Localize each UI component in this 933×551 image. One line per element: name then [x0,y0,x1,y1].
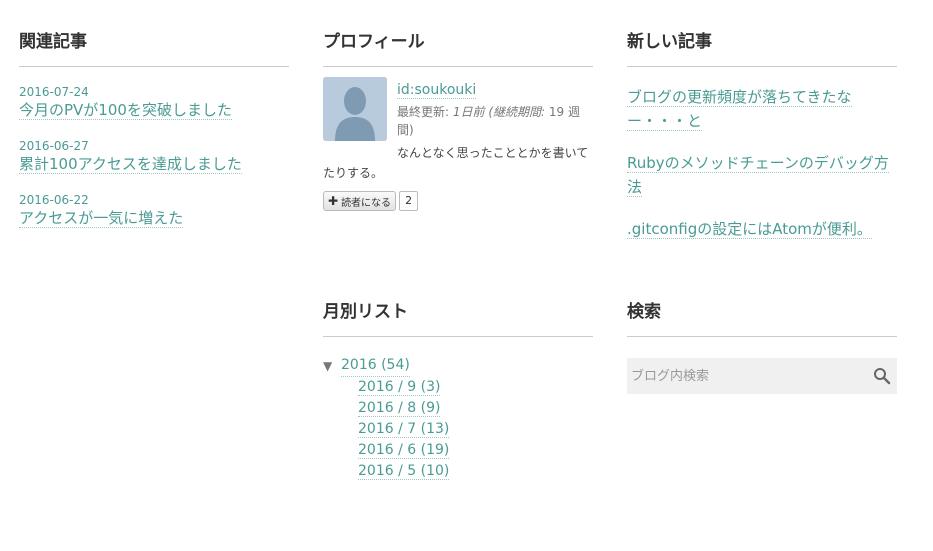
triangle-down-icon[interactable]: ▼ [323,356,337,377]
list-item: ブログの更新頻度が落ちてきたなー・・・と [627,85,897,133]
related-article-date: 2016-06-22 [19,193,89,207]
search-icon [874,368,891,385]
search-button[interactable] [873,367,891,385]
archive-tree: ▼ 2016 (54) 2016 / 9 (3) 2016 / 8 (9) 20… [323,355,593,482]
profile-meta: 最終更新: 1日前 (継続期間: 19 週間) [397,103,593,139]
subscriber-count: 2 [399,191,419,211]
recent-articles-title: 新しい記事 [627,28,897,67]
list-item: .gitconfigの設定にはAtomが便利。 [627,217,897,241]
archive-month-link[interactable]: 2016 / 7 (13) [358,421,450,438]
profile-id-link[interactable]: id:soukouki [397,82,477,99]
related-article-date: 2016-07-24 [19,85,89,99]
last-updated-value: 1日前 [452,105,485,119]
search-input[interactable] [627,358,861,394]
list-item: 2016 / 7 (13) [358,419,593,440]
archive-month-link[interactable]: 2016 / 6 (19) [358,442,450,459]
list-item: Rubyのメソッドチェーンのデバッグ方法 [627,151,897,199]
search-form [627,358,897,394]
recent-article-link[interactable]: Rubyのメソッドチェーンのデバッグ方法 [627,154,889,197]
archive-month-link[interactable]: 2016 / 5 (10) [358,463,450,480]
recent-articles-list: ブログの更新頻度が落ちてきたなー・・・と Rubyのメソッドチェーンのデバッグ方… [627,85,897,241]
related-article-date: 2016-06-27 [19,139,89,153]
search-title: 検索 [627,298,897,337]
profile-title: プロフィール [323,28,593,67]
list-item: 2016 / 6 (19) [358,440,593,461]
recent-article-link[interactable]: ブログの更新頻度が落ちてきたなー・・・と [627,88,852,131]
list-item: 2016 / 9 (3) [358,377,593,398]
archive-month-link[interactable]: 2016 / 8 (9) [358,400,441,417]
recent-articles-module: 新しい記事 ブログの更新頻度が落ちてきたなー・・・と Rubyのメソッドチェーン… [627,28,897,241]
archive-year-row: ▼ 2016 (54) [323,355,593,377]
list-item: 2016 / 8 (9) [358,398,593,419]
list-item: 2016 / 5 (10) [358,461,593,482]
plus-icon: ✚ [328,194,339,208]
search-module: 検索 [627,298,897,394]
related-articles-module: 関連記事 2016-07-24 今月のPVが100を突破しました 2016-06… [19,28,289,229]
default-avatar-icon[interactable] [323,77,387,141]
archive-year-link[interactable]: 2016 (54) [341,355,410,377]
period-label: (継続期間: [488,105,546,119]
related-article-link[interactable]: 今月のPVが100を突破しました [19,101,232,120]
related-articles-title: 関連記事 [19,28,289,67]
profile-body: id:soukouki 最終更新: 1日前 (継続期間: 19 週間) なんとな… [323,77,593,211]
related-articles-list: 2016-07-24 今月のPVが100を突破しました 2016-06-27 累… [19,85,289,229]
subscribe-button[interactable]: ✚ 読者になる [323,191,397,211]
list-item: 2016-06-22 アクセスが一気に増えた [19,193,289,229]
archive-month-link[interactable]: 2016 / 9 (3) [358,379,441,396]
archive-month-list: 2016 / 9 (3) 2016 / 8 (9) 2016 / 7 (13) … [323,377,593,482]
related-article-link[interactable]: 累計100アクセスを達成しました [19,155,242,174]
recent-article-link[interactable]: .gitconfigの設定にはAtomが便利。 [627,220,872,239]
archive-module: 月別リスト ▼ 2016 (54) 2016 / 9 (3) 2016 / 8 … [323,298,593,482]
profile-module: プロフィール id:soukouki 最終更新: 1日前 (継続期間: 19 週… [323,28,593,211]
subscribe-label: 読者になる [341,197,392,209]
profile-info: id:soukouki 最終更新: 1日前 (継続期間: 19 週間) [397,77,593,139]
last-updated-label: 最終更新: [397,105,450,119]
list-item: 2016-07-24 今月のPVが100を突破しました [19,85,289,121]
list-item: 2016-06-27 累計100アクセスを達成しました [19,139,289,175]
related-article-link[interactable]: アクセスが一気に増えた [19,209,184,228]
subscribe-area: ✚ 読者になる 2 [323,191,593,211]
profile-description: なんとなく思ったこととかを書いてたりする。 [323,146,589,180]
archive-title: 月別リスト [323,298,593,337]
